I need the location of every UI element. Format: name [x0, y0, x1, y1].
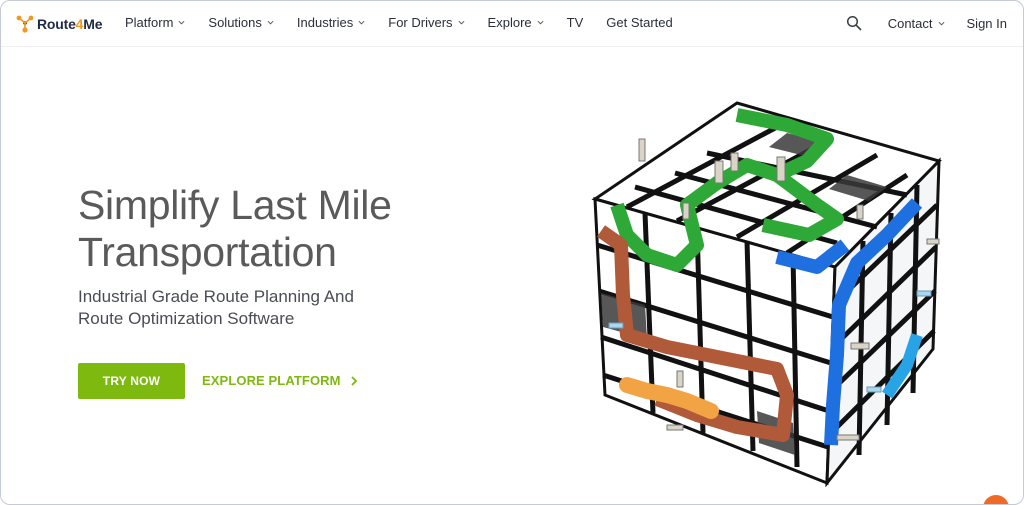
chat-bubble-icon[interactable]: [983, 495, 1009, 504]
route-puzzle-cube-illustration: [591, 101, 942, 487]
top-navigation: Route4Me Platform Solutions Industries F…: [1, 1, 1023, 47]
hero-subtitle-line-2: Route Optimization Software: [78, 309, 295, 328]
hero-title: Simplify Last Mile Transportation: [78, 182, 538, 276]
nav-item-label: Industries: [296, 15, 354, 30]
hero-subtitle: Industrial Grade Route Planning And Rout…: [78, 286, 438, 330]
nav-item-label: Get Started: [606, 15, 673, 30]
explore-platform-link[interactable]: EXPLORE PLATFORM: [202, 373, 358, 388]
chevron-down-icon: [178, 20, 185, 25]
chevron-down-icon: [267, 20, 274, 25]
nav-item-get-started[interactable]: Get Started: [606, 15, 672, 30]
nav-right-actions: Contact Sign In: [846, 15, 1007, 31]
nav-item-label: For Drivers: [388, 15, 453, 30]
nav-item-label: Contact: [887, 15, 933, 31]
nav-item-label: Solutions: [208, 15, 262, 30]
chevron-down-icon: [458, 20, 465, 25]
nav-item-solutions[interactable]: Solutions: [208, 15, 274, 30]
nav-item-explore[interactable]: Explore: [488, 15, 544, 30]
chevron-right-icon: [350, 375, 357, 386]
explore-platform-label: EXPLORE PLATFORM: [202, 373, 341, 388]
try-now-button[interactable]: TRY NOW: [78, 363, 185, 399]
brand-logo[interactable]: Route4Me: [15, 14, 103, 34]
nav-item-tv[interactable]: TV: [567, 15, 584, 30]
hero-title-line-1: Simplify Last Mile: [78, 182, 392, 228]
nav-item-industries[interactable]: Industries: [297, 15, 365, 30]
search-icon[interactable]: [846, 15, 862, 31]
chevron-down-icon: [938, 21, 944, 25]
page-frame: Route4Me Platform Solutions Industries F…: [0, 0, 1024, 505]
nav-item-label: Platform: [125, 15, 174, 30]
chevron-down-icon: [358, 20, 365, 25]
logo-wordmark: Route4Me: [37, 16, 103, 32]
nav-item-label: Explore: [487, 15, 532, 30]
sign-in-label: Sign In: [966, 15, 1007, 31]
chevron-down-icon: [537, 20, 544, 25]
nav-item-contact[interactable]: Contact: [888, 16, 945, 31]
nav-item-platform[interactable]: Platform: [125, 15, 185, 30]
sign-in-link[interactable]: Sign In: [967, 16, 1007, 31]
nav-item-label: TV: [566, 15, 584, 30]
logo-mark-icon: [16, 15, 34, 33]
hero-title-line-2: Transportation: [78, 229, 337, 275]
hero-subtitle-line-1: Industrial Grade Route Planning And: [78, 287, 354, 306]
main-menu: Platform Solutions Industries For Driver…: [125, 15, 696, 30]
nav-item-for-drivers[interactable]: For Drivers: [388, 15, 465, 30]
